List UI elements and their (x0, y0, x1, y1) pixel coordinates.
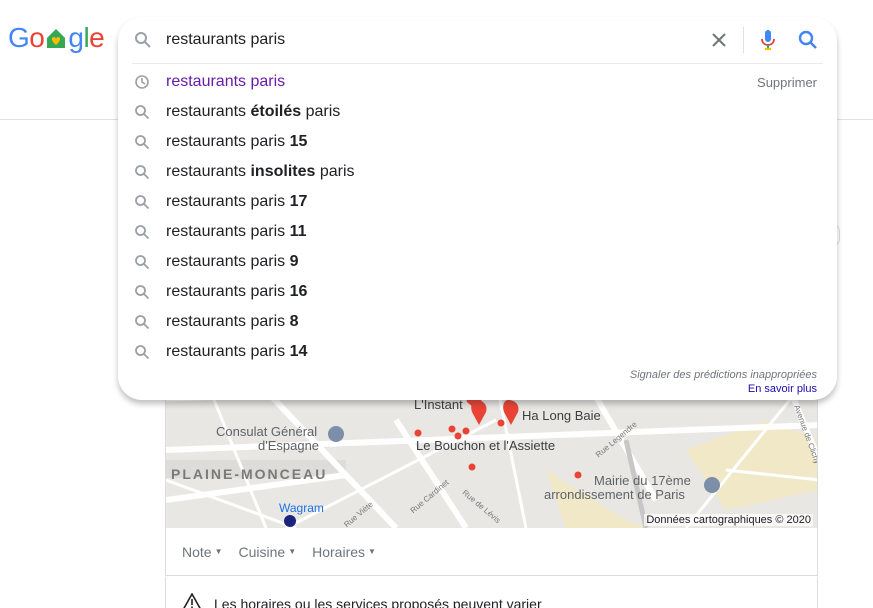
suggestion-item[interactable]: restaurants paris 14 (118, 337, 837, 367)
history-icon (134, 74, 150, 90)
map-label-consulat-2[interactable]: d'Espagne (258, 438, 319, 453)
filter-horaires[interactable]: Horaires ▼ (312, 544, 376, 560)
mic-icon (761, 30, 775, 50)
google-logo[interactable]: Go gle (8, 22, 105, 54)
suggestion-text: restaurants insolites paris (166, 163, 355, 180)
logo-letter: o (29, 22, 45, 53)
suggestion-item[interactable]: restaurants insolites paris (118, 157, 837, 187)
divider (743, 27, 744, 53)
map-credit: Données cartographiques © 2020 (644, 514, 813, 526)
suggestion-item[interactable]: restaurants paris 17 (118, 187, 837, 217)
map-label-mairie[interactable]: Mairie du 17ème (594, 473, 691, 488)
map-label-plaine-monceau: PLAINE-MONCEAU (171, 466, 328, 482)
search-icon (134, 254, 150, 270)
suggestion-item[interactable]: restaurants paris 11 (118, 217, 837, 247)
search-icon (134, 194, 150, 210)
house-heart-icon (45, 24, 67, 48)
learn-more-link[interactable]: En savoir plus (748, 383, 817, 395)
search-icon (134, 104, 150, 120)
suggestion-item[interactable]: restaurants étoilés paris (118, 97, 837, 127)
suggestion-text: restaurants paris 15 (166, 133, 308, 150)
search-icon (134, 164, 150, 180)
suggestion-item[interactable]: restaurants paris 16 (118, 277, 837, 307)
map-label-halong[interactable]: Ha Long Baie (522, 408, 601, 423)
filter-cuisine[interactable]: Cuisine ▼ (239, 544, 297, 560)
logo-letter: e (89, 22, 105, 53)
search-row (118, 17, 837, 63)
suggestion-text: restaurants paris 17 (166, 193, 308, 210)
caret-down-icon: ▼ (368, 547, 376, 556)
report-predictions-link[interactable]: Signaler des prédictions inappropriées (630, 369, 817, 381)
notice-text: Les horaires ou les services proposés pe… (214, 596, 542, 608)
map-label-consulat[interactable]: Consulat Général (216, 424, 317, 439)
search-icon (134, 344, 150, 360)
warning-icon (182, 591, 202, 608)
suggestion-item[interactable]: restaurants paris 15 (118, 127, 837, 157)
clear-button[interactable] (708, 29, 730, 51)
caret-down-icon: ▼ (214, 547, 223, 556)
suggestion-text: restaurants étoilés paris (166, 103, 341, 120)
suggestion-text: restaurants paris 16 (166, 283, 308, 300)
map-label-mairie-2[interactable]: arrondissement de Paris (544, 487, 685, 502)
filter-bar: Note ▼ Cuisine ▼ Horaires ▼ (165, 528, 818, 576)
search-icon (134, 224, 150, 240)
search-box: restaurants paris Supprimer restaurants … (118, 17, 837, 400)
suggestion-text: restaurants paris 11 (166, 223, 307, 240)
voice-search-button[interactable] (758, 28, 778, 52)
logo-letter: g (68, 22, 84, 53)
suggestion-list: restaurants paris Supprimer restaurants … (118, 67, 837, 367)
map[interactable]: L'Instant Ha Long Baie Consulat Général … (165, 380, 818, 528)
logo-letter: G (8, 22, 30, 53)
map-label-wagram[interactable]: Wagram (279, 501, 324, 515)
filter-label: Note (182, 543, 212, 560)
suggestion-text: restaurants paris 8 (166, 313, 299, 330)
filter-note[interactable]: Note ▼ (182, 544, 223, 560)
search-icon (134, 134, 150, 150)
suggestion-text: restaurants paris (166, 73, 286, 90)
suggestion-text: restaurants paris 14 (166, 343, 308, 360)
close-icon (712, 33, 726, 47)
filter-label: Horaires (312, 543, 366, 560)
search-icon (134, 314, 150, 330)
search-icon (134, 284, 150, 300)
search-button[interactable] (797, 29, 819, 51)
suggestion-item-history[interactable]: restaurants paris Supprimer (118, 67, 837, 97)
search-icon (798, 30, 817, 49)
filter-label: Cuisine (238, 543, 286, 560)
map-label-bouchon[interactable]: Le Bouchon et l'Assiette (416, 438, 555, 453)
search-icon (134, 31, 152, 49)
hours-notice: Les horaires ou les services proposés pe… (165, 577, 818, 608)
suggestion-text: restaurants paris 9 (166, 253, 299, 270)
search-input[interactable] (166, 29, 686, 51)
map-streets (166, 380, 817, 528)
remove-suggestion-link[interactable]: Supprimer (757, 75, 817, 90)
suggestion-item[interactable]: restaurants paris 8 (118, 307, 837, 337)
caret-down-icon: ▼ (288, 547, 297, 556)
suggestion-item[interactable]: restaurants paris 9 (118, 247, 837, 277)
divider (132, 63, 823, 64)
